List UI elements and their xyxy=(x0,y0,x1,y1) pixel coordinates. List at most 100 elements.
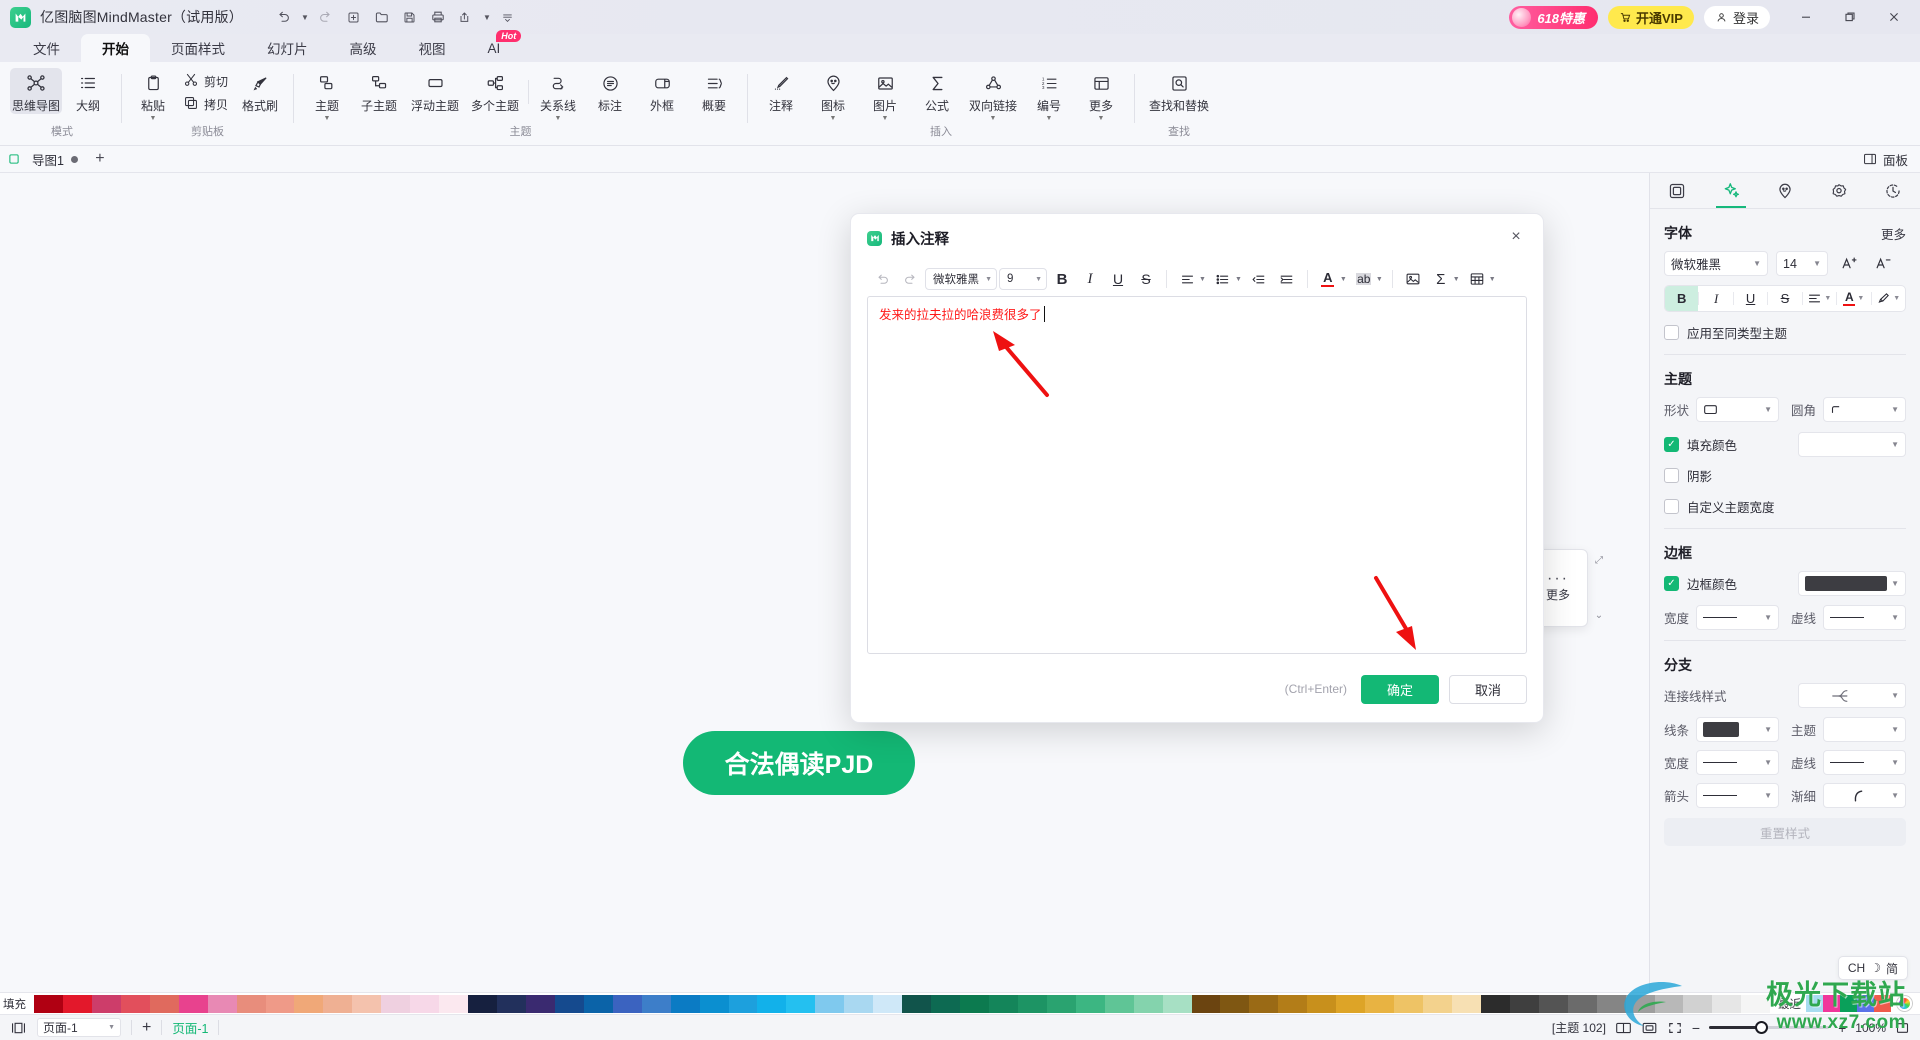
strikethrough-button[interactable]: S xyxy=(1768,286,1801,311)
palette-swatch[interactable] xyxy=(1538,994,1568,1013)
customize-toolbar-icon[interactable] xyxy=(495,5,521,29)
editor-insert-formula-icon[interactable]: Σ xyxy=(1428,266,1454,292)
ime-status-chip[interactable]: CH ☽ 简 xyxy=(1837,956,1908,980)
palette-swatch[interactable] xyxy=(1249,994,1279,1013)
zoom-knob[interactable] xyxy=(1755,1021,1769,1034)
chevron-down-icon[interactable]: ▼ xyxy=(1199,276,1206,283)
right-panel-tab-sticker[interactable] xyxy=(1758,173,1812,208)
export-icon[interactable] xyxy=(453,5,479,29)
ribbon-button-copy[interactable]: 拷贝 xyxy=(177,93,234,115)
add-document-button[interactable]: + xyxy=(88,147,112,171)
connector-style-select[interactable]: ▼ xyxy=(1798,683,1906,708)
collapse-handle-icon[interactable]: ⌄ xyxy=(1595,610,1603,621)
ribbon-button-bidirectional-link[interactable]: 双向链接 ▼ xyxy=(963,68,1023,122)
chevron-down-icon[interactable]: ▼ xyxy=(1376,276,1383,283)
open-icon[interactable] xyxy=(369,5,395,29)
border-color-select[interactable]: ▼ xyxy=(1798,571,1906,596)
close-button[interactable] xyxy=(1872,0,1916,34)
palette-swatches[interactable] xyxy=(34,994,1771,1013)
right-panel-tab-ai[interactable] xyxy=(1704,173,1758,208)
right-panel-tab-theme[interactable] xyxy=(1812,173,1866,208)
mindmap-root-node[interactable]: 合法偶读PJD xyxy=(683,731,915,795)
ribbon-button-format-painter[interactable]: 格式刷 xyxy=(234,68,286,114)
branch-width-select[interactable]: ▼ xyxy=(1696,750,1779,775)
minimize-button[interactable] xyxy=(1784,0,1828,34)
palette-swatch[interactable] xyxy=(1451,994,1481,1013)
upgrade-vip-button[interactable]: 开通VIP xyxy=(1608,5,1694,29)
palette-swatch[interactable] xyxy=(207,994,237,1013)
palette-swatch[interactable] xyxy=(236,994,266,1013)
page-layout-icon[interactable] xyxy=(10,1021,27,1035)
ribbon-button-find-replace[interactable]: 查找和替换 xyxy=(1142,68,1216,114)
new-icon[interactable] xyxy=(341,5,367,29)
editor-align-icon[interactable] xyxy=(1174,266,1200,292)
italic-button[interactable]: I xyxy=(1699,286,1732,311)
palette-swatch[interactable] xyxy=(91,994,121,1013)
ribbon-button-image[interactable]: 图片 ▼ xyxy=(859,68,911,122)
palette-swatch[interactable] xyxy=(468,994,497,1013)
panel-toggle[interactable]: 面板 xyxy=(1863,150,1920,169)
dialog-close-button[interactable]: × xyxy=(1503,224,1529,250)
font-more-button[interactable]: 更多 xyxy=(1881,224,1906,243)
cancel-button[interactable]: 取消 xyxy=(1449,674,1527,704)
palette-swatch[interactable] xyxy=(34,994,63,1013)
palette-swatch[interactable] xyxy=(1567,994,1597,1013)
redo-icon[interactable] xyxy=(313,5,339,29)
chevron-down-icon[interactable]: ▼ xyxy=(555,115,562,122)
palette-swatch[interactable] xyxy=(62,994,92,1013)
ribbon-button-multi-topic[interactable]: 多个主题 xyxy=(465,68,525,114)
ribbon-button-floating-topic[interactable]: 浮动主题 xyxy=(405,68,465,114)
recent-swatch[interactable] xyxy=(1840,995,1857,1012)
palette-swatch[interactable] xyxy=(1162,994,1192,1013)
palette-swatch[interactable] xyxy=(1365,994,1395,1013)
chevron-down-icon[interactable]: ▼ xyxy=(1489,276,1496,283)
palette-swatch[interactable] xyxy=(1509,994,1539,1013)
palette-swatch[interactable] xyxy=(1191,994,1221,1013)
palette-swatch[interactable] xyxy=(988,994,1018,1013)
border-dash-select[interactable]: ▼ xyxy=(1823,605,1906,630)
border-color-toggle[interactable]: ✓ 边框颜色 xyxy=(1664,574,1737,593)
palette-swatch[interactable] xyxy=(1220,994,1250,1013)
tab-page-style[interactable]: 页面样式 xyxy=(150,34,246,62)
editor-redo-icon[interactable] xyxy=(897,266,923,292)
palette-swatch[interactable] xyxy=(815,994,845,1013)
ribbon-button-topic[interactable]: 主题 ▼ xyxy=(301,68,353,122)
chevron-down-icon[interactable]: ▼ xyxy=(882,115,889,122)
tab-advanced[interactable]: 高级 xyxy=(329,34,398,62)
palette-swatch[interactable] xyxy=(1046,994,1076,1013)
recent-swatch[interactable] xyxy=(1806,995,1823,1012)
palette-swatch[interactable] xyxy=(1423,994,1452,1013)
tab-view[interactable]: 视图 xyxy=(398,34,467,62)
palette-swatch[interactable] xyxy=(931,994,960,1013)
color-wheel-icon[interactable] xyxy=(1897,996,1912,1011)
zoom-out-button[interactable]: − xyxy=(1692,1020,1700,1036)
chevron-down-icon[interactable]: ▼ xyxy=(1340,276,1347,283)
apply-same-type-checkbox[interactable] xyxy=(1664,325,1679,340)
tab-file[interactable]: 文件 xyxy=(12,34,81,62)
zoom-slider[interactable] xyxy=(1709,1020,1830,1036)
palette-swatch[interactable] xyxy=(1075,994,1105,1013)
ribbon-button-mindmap[interactable]: 思维导图 xyxy=(10,68,62,114)
chevron-down-icon[interactable]: ▼ xyxy=(324,115,331,122)
ribbon-button-summary[interactable]: 概要 xyxy=(688,68,740,114)
ribbon-button-sticker[interactable]: 图标 ▼ xyxy=(807,68,859,122)
editor-insert-table-icon[interactable] xyxy=(1464,266,1490,292)
confirm-button[interactable]: 确定 xyxy=(1361,674,1439,704)
more-dots-icon[interactable]: ··· xyxy=(1547,570,1569,586)
line-color-select[interactable]: ▼ xyxy=(1696,717,1779,742)
palette-swatch[interactable] xyxy=(1133,994,1163,1013)
login-button[interactable]: 登录 xyxy=(1703,5,1770,29)
ribbon-button-callout[interactable]: 标注 xyxy=(584,68,636,114)
tab-slideshow[interactable]: 幻灯片 xyxy=(246,34,329,62)
ribbon-button-subtopic[interactable]: 子主题 xyxy=(353,68,405,114)
underline-button[interactable]: U xyxy=(1734,286,1767,311)
palette-swatch[interactable] xyxy=(960,994,989,1013)
editor-font-name-select[interactable]: 微软雅黑 ▼ xyxy=(925,268,997,290)
palette-swatch[interactable] xyxy=(583,994,613,1013)
palette-swatch[interactable] xyxy=(1278,994,1308,1013)
palette-swatch[interactable] xyxy=(1336,994,1366,1013)
add-page-button[interactable]: + xyxy=(142,1019,151,1037)
palette-swatch[interactable] xyxy=(554,994,584,1013)
font-name-select[interactable]: 微软雅黑 ▼ xyxy=(1664,251,1768,276)
palette-swatch[interactable] xyxy=(323,994,353,1013)
